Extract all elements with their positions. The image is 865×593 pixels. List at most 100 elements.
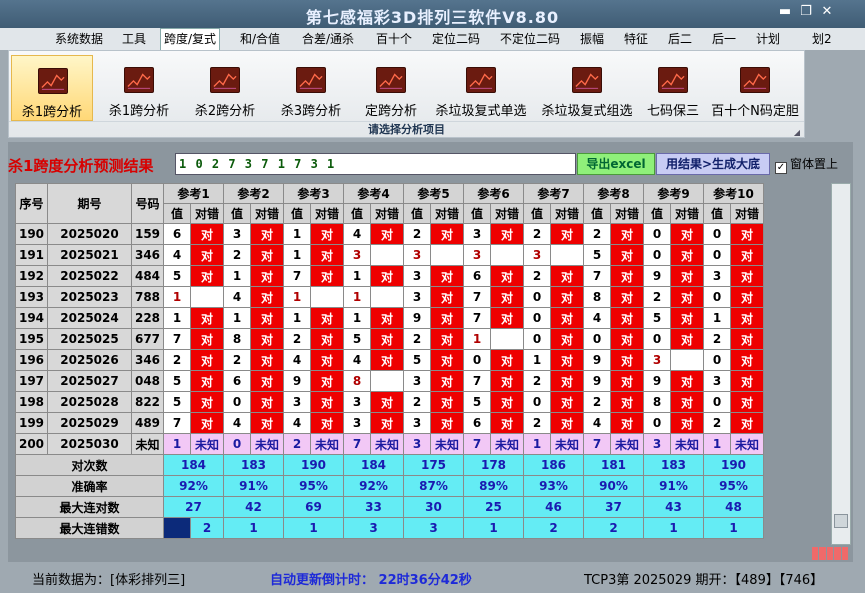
expand-icon[interactable]: ◢ — [794, 125, 800, 140]
ref-header: 参考9 — [643, 183, 704, 204]
cell-value: 2 — [283, 328, 311, 350]
cell-mark: 对 — [670, 412, 704, 434]
table-row[interactable]: 194 2025024 228 1 对 1 对 1 对 1 对 9 对 7 对 0 对 4 对 5 对 1 对 — [15, 307, 764, 329]
ribbon-button-label: 杀2跨分析 — [194, 104, 256, 119]
menu-item[interactable]: 振幅 — [580, 30, 604, 48]
vertical-scrollbar[interactable] — [831, 183, 851, 545]
ribbon-button[interactable]: 杀2跨分析 — [183, 55, 267, 121]
ref-header: 参考5 — [403, 183, 464, 204]
cell-mark: 对 — [730, 244, 764, 266]
cell-mark — [670, 349, 704, 371]
cell-mark: 对 — [490, 286, 524, 308]
table-row[interactable]: 198 2025028 822 5 对 0 对 3 对 3 对 2 对 5 对 0 对 2 对 8 对 0 对 — [15, 391, 764, 413]
cell-mark: 对 — [550, 286, 584, 308]
table-row[interactable]: 192 2025022 484 5 对 1 对 7 对 1 对 3 对 6 对 2 对 7 对 9 对 3 对 — [15, 265, 764, 287]
cell-value: 3 — [403, 370, 431, 392]
cell-mark: 对 — [730, 412, 764, 434]
cell-mark: 对 — [310, 370, 344, 392]
cell-mark: 未知 — [550, 433, 584, 455]
restore-icon[interactable]: ❐ — [796, 4, 816, 20]
checkbox-icon[interactable]: ✓ — [775, 162, 787, 174]
sub-header: 对错 — [490, 203, 524, 224]
cell-mark: 未知 — [190, 433, 224, 455]
cell-value: 1 — [283, 286, 311, 308]
table-row[interactable]: 197 2025027 048 5 对 6 对 9 对 8 3 对 7 对 2 对 9 对 9 对 3 对 — [15, 370, 764, 392]
export-excel-button[interactable]: 导出excel — [577, 153, 655, 175]
cell-value: 0 — [703, 223, 731, 245]
ribbon-button[interactable]: 杀1跨分析 — [11, 55, 93, 121]
close-icon[interactable]: ✕ — [817, 4, 837, 20]
cell-value: 1 — [223, 265, 251, 287]
ribbon-button[interactable]: 杀1跨分析 — [97, 55, 181, 121]
table-row[interactable]: 193 2025023 788 1 4 对 1 1 3 对 7 对 0 对 8 对 2 对 0 对 — [15, 286, 764, 308]
menu-item[interactable]: 计划 — [756, 30, 780, 48]
table-row[interactable]: 190 2025020 159 6 对 3 对 1 对 4 对 2 对 3 对 2 对 2 对 0 对 0 对 — [15, 223, 764, 245]
menu-item[interactable]: 后二 — [668, 30, 692, 48]
ribbon-button[interactable]: 七码保三 — [641, 55, 705, 121]
menu-item[interactable]: 后一 — [712, 30, 736, 48]
cell-mark: 对 — [610, 349, 644, 371]
stat-row: 最大连对数 27 42 69 33 30 25 46 37 43 48 — [15, 496, 764, 518]
menu-item[interactable]: 定位二码 — [432, 30, 480, 48]
ontop-checkbox[interactable]: ✓ 窗体置上 — [775, 155, 838, 174]
sub-header: 值 — [163, 203, 191, 224]
sub-header: 值 — [703, 203, 731, 224]
cell-value: 2 — [223, 349, 251, 371]
ribbon-button[interactable]: 杀3跨分析 — [269, 55, 353, 121]
cell-mark: 对 — [730, 391, 764, 413]
stat-value: 46 — [523, 496, 584, 518]
cell-value: 4 — [163, 244, 191, 266]
ref-header: 参考7 — [523, 183, 584, 204]
table-row[interactable]: 196 2025026 346 2 对 2 对 4 对 4 对 5 对 0 对 1 对 9 对 3 0 对 — [15, 349, 764, 371]
ribbon-button[interactable]: 杀垃圾复式单选 — [429, 55, 533, 121]
ribbon-button[interactable]: 定跨分析 — [355, 55, 427, 121]
cell-mark: 对 — [250, 286, 284, 308]
stat-value: 175 — [403, 454, 464, 476]
menu-item[interactable]: 系统数据 — [55, 30, 103, 48]
cell-value: 3 — [403, 265, 431, 287]
stat-value: 93% — [523, 475, 584, 497]
minimize-icon[interactable]: ▬ — [775, 4, 795, 20]
ribbon-button[interactable]: 杀垃圾复式组选 — [535, 55, 639, 121]
cell-mark: 未知 — [370, 433, 404, 455]
menu-item[interactable]: 划2 — [812, 30, 832, 48]
menu-item[interactable]: 特征 — [624, 30, 648, 48]
table-row[interactable]: 191 2025021 346 4 对 2 对 1 对 3 3 3 3 5 对 0 对 0 对 — [15, 244, 764, 266]
stat-value: 25 — [463, 496, 524, 518]
result-field[interactable]: 1 0 2 7 3 7 1 7 3 1 — [175, 153, 576, 175]
menu-item-active[interactable]: 跨度/复式 — [160, 28, 221, 50]
cell-seq: 190 — [15, 223, 48, 245]
menu-item[interactable]: 合差/通杀 — [302, 30, 354, 48]
cell-value: 1 — [343, 307, 371, 329]
cell-value: 2 — [643, 286, 671, 308]
cell-value: 2 — [703, 412, 731, 434]
cell-mark: 未知 — [250, 433, 284, 455]
cell-seq: 200 — [15, 433, 48, 455]
cell-value: 7 — [463, 370, 491, 392]
cell-mark — [370, 244, 404, 266]
cell-value: 5 — [583, 244, 611, 266]
ref-header: 参考1 — [163, 183, 224, 204]
sub-header: 值 — [403, 203, 431, 224]
cell-value: 7 — [163, 412, 191, 434]
sub-header: 值 — [463, 203, 491, 224]
table-row[interactable]: 195 2025025 677 7 对 8 对 2 对 5 对 2 对 1 0 对 0 对 0 对 2 对 — [15, 328, 764, 350]
cell-mark: 对 — [310, 223, 344, 245]
cell-value: 0 — [523, 286, 551, 308]
cell-value: 5 — [463, 391, 491, 413]
stat-label: 最大连错数 — [15, 517, 164, 539]
scroll-thumb[interactable] — [834, 514, 848, 528]
table-row[interactable]: 200 2025030 未知 1 未知 0 未知 2 未知 7 未知 3 未知 7 未知 1 未知 7 未知 3 未知 1… — [15, 433, 764, 455]
cell-mark: 对 — [190, 349, 224, 371]
stat-value: 95% — [283, 475, 344, 497]
table-row[interactable]: 199 2025029 489 7 对 4 对 4 对 3 对 3 对 6 对 2 对 4 对 0 对 2 对 — [15, 412, 764, 434]
menu-item[interactable]: 和/合值 — [240, 30, 280, 48]
menu-item[interactable]: 工具 — [122, 30, 146, 48]
cell-mark: 对 — [550, 349, 584, 371]
cell-value: 3 — [403, 433, 431, 455]
menu-item[interactable]: 百十个 — [376, 30, 412, 48]
cell-value: 6 — [163, 223, 191, 245]
generate-button[interactable]: 用结果>生成大底 — [656, 153, 770, 175]
menu-item[interactable]: 不定位二码 — [500, 30, 560, 48]
ribbon-button[interactable]: 百十个N码定胆 — [707, 55, 803, 121]
